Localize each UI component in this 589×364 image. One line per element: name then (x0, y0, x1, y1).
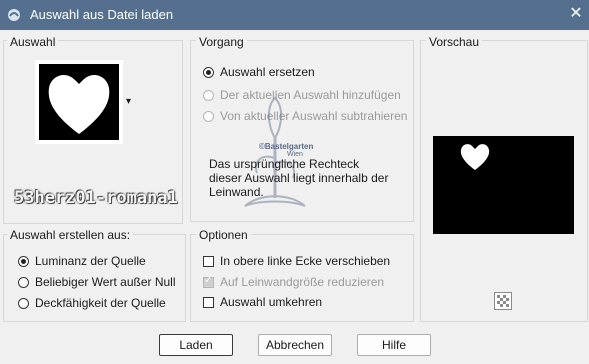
radio-beliebiger-wert[interactable]: Beliebiger Wert außer Null (18, 275, 176, 289)
checkbox-box (203, 296, 214, 308)
radio-dot (203, 110, 214, 122)
radio-dot (203, 89, 214, 101)
vorschau-label: Vorschau (426, 35, 483, 49)
radio-dot (203, 66, 214, 78)
check-obere-linke-ecke[interactable]: In obere linke Ecke verschieben (203, 254, 390, 268)
transparency-toggle-icon[interactable] (494, 292, 512, 310)
selection-name: 53herz01-romana1 (14, 188, 178, 208)
radio-auswahl-ersetzen[interactable]: Auswahl ersetzen (203, 65, 315, 79)
checkbox-box (203, 275, 214, 288)
checkbox-label: Auf Leinwandgröße reduzieren (220, 275, 385, 289)
radio-label: Beliebiger Wert außer Null (35, 275, 176, 289)
radio-deckfaehigkeit[interactable]: Deckfähigkeit der Quelle (18, 296, 166, 310)
checkbox-label: In obere linke Ecke verschieben (220, 254, 391, 268)
preview-canvas (433, 136, 574, 234)
close-button[interactable]: ✕ (566, 4, 586, 24)
auswahl-label: Auswahl (7, 35, 59, 49)
load-button[interactable]: Laden (159, 334, 233, 356)
help-button[interactable]: Hilfe (357, 334, 431, 356)
cancel-button[interactable]: Abbrechen (258, 334, 332, 356)
checkbox-box (203, 255, 214, 267)
radio-dot (18, 276, 29, 288)
radio-dot (18, 297, 29, 309)
auswahl-erstellen-label: Auswahl erstellen aus: (7, 228, 134, 242)
title-bar: Auswahl aus Datei laden ✕ (0, 0, 589, 30)
check-leinwandgroesse[interactable]: Auf Leinwandgröße reduzieren (203, 275, 384, 289)
check-auswahl-umkehren[interactable]: Auswahl umkehren (203, 295, 322, 309)
optionen-label: Optionen (196, 228, 251, 242)
radio-dot (18, 255, 29, 267)
radio-label: Deckfähigkeit der Quelle (35, 296, 166, 310)
window-title: Auswahl aus Datei laden (30, 7, 174, 22)
heart-preview-icon (460, 144, 490, 170)
watermark-text-1: ©Bastelgarten (259, 142, 314, 151)
checkbox-label: Auswahl umkehren (220, 295, 323, 309)
radio-label: Auswahl ersetzen (220, 65, 315, 79)
app-icon (8, 9, 20, 21)
vorgang-label: Vorgang (196, 35, 247, 49)
heart-thumbnail-icon (39, 64, 119, 140)
vorgang-message: Das ursprüngliche Rechteck dieser Auswah… (209, 157, 389, 199)
radio-label: Luminanz der Quelle (35, 254, 146, 268)
radio-luminanz[interactable]: Luminanz der Quelle (18, 254, 146, 268)
selection-thumbnail[interactable] (35, 60, 123, 144)
thumbnail-dropdown-icon[interactable]: ▾ (126, 96, 131, 107)
